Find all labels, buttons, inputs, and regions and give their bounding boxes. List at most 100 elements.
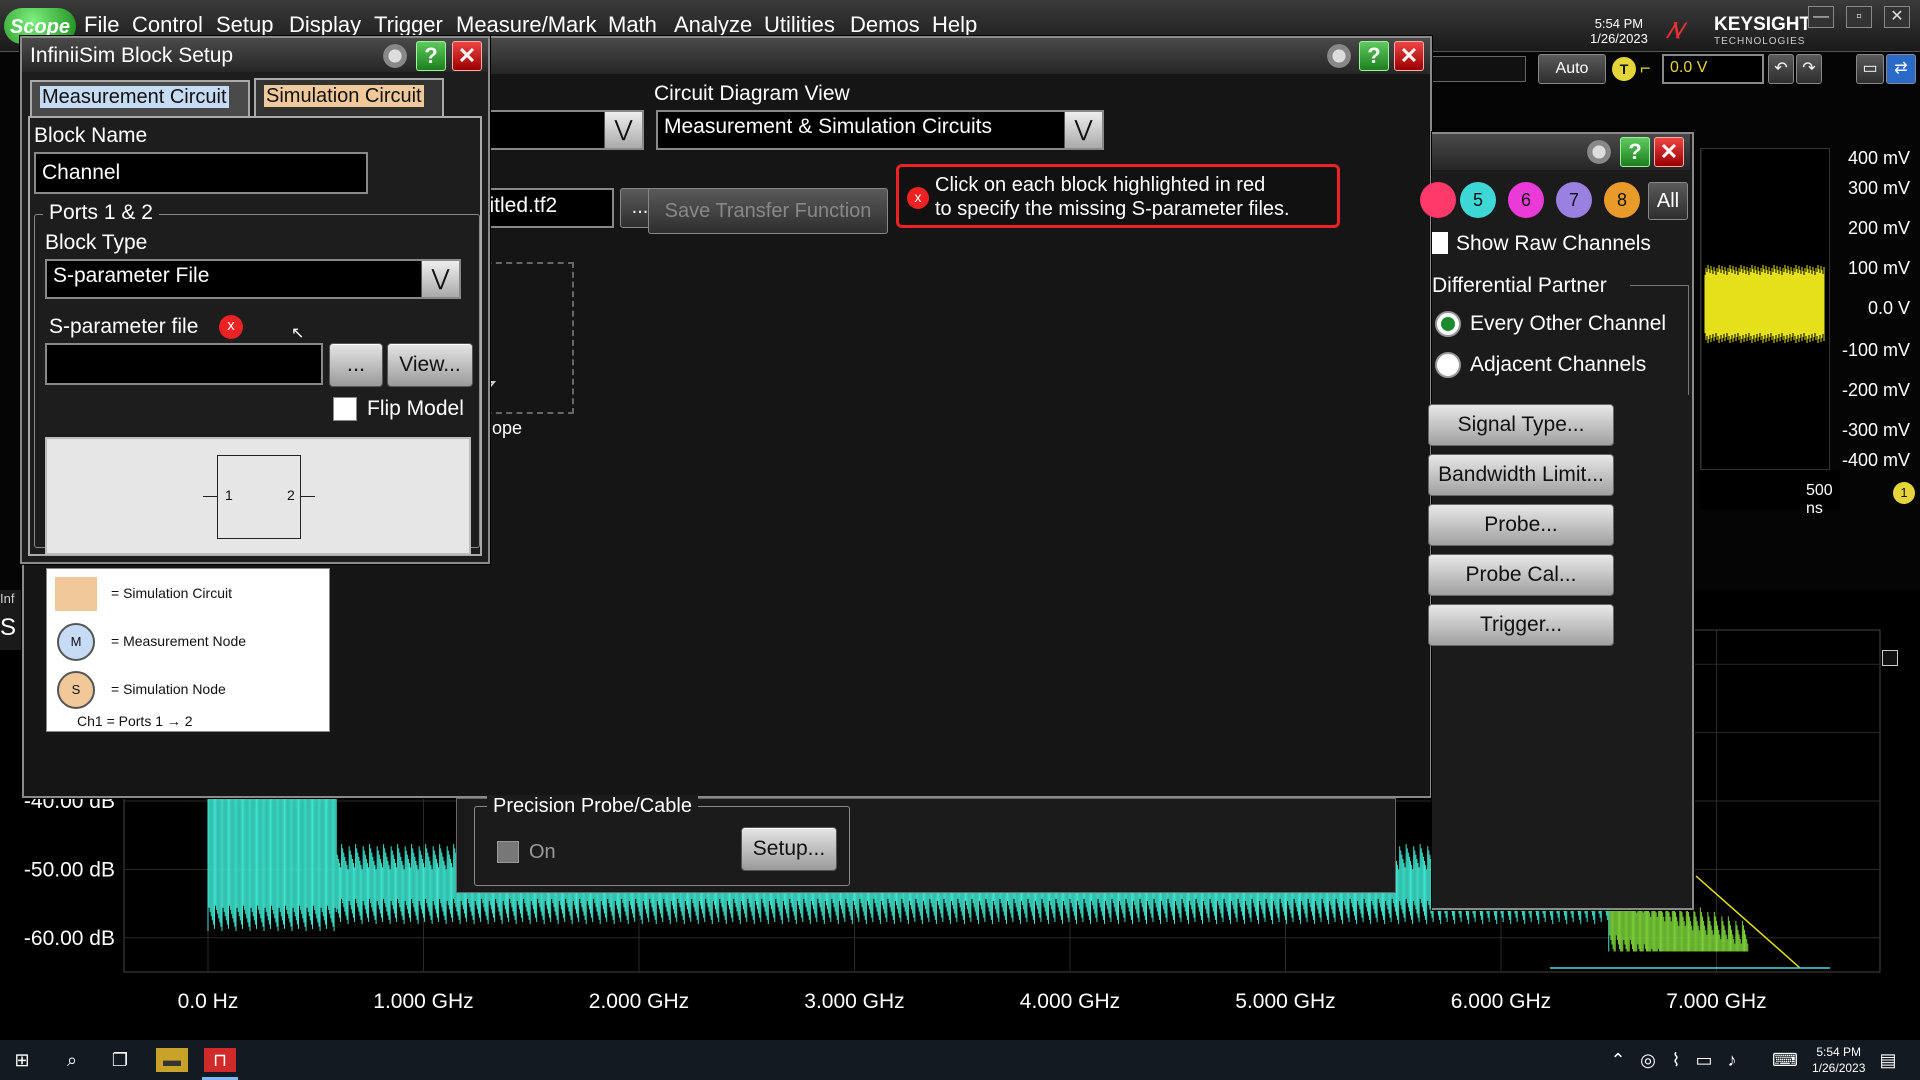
menu-measure-mark[interactable]: Measure/Mark (456, 12, 597, 38)
channel-1-badge[interactable]: 1 (1893, 482, 1915, 504)
minimize-icon[interactable]: — (1808, 6, 1834, 28)
all-channels-button[interactable]: All (1648, 182, 1688, 220)
block-type-select[interactable]: S-parameter File ⋁ (45, 259, 461, 299)
auto-button[interactable]: Auto (1538, 54, 1606, 84)
file-explorer-icon[interactable]: ▬ (156, 1048, 188, 1072)
channel-8-button[interactable]: 8 (1604, 182, 1640, 218)
menu-control[interactable]: Control (132, 12, 203, 38)
help-icon[interactable]: ? (1620, 137, 1650, 167)
waveform-display (1700, 148, 1830, 471)
close-icon[interactable]: ✕ (1654, 137, 1684, 167)
block-preview: 1 2 (45, 437, 471, 555)
show-raw-label: Show Raw Channels (1456, 232, 1651, 255)
task-view-icon[interactable]: ❐ (108, 1048, 132, 1072)
chevron-down-icon: ⋁ (1064, 112, 1102, 148)
close-icon[interactable]: ✕ (1394, 41, 1424, 71)
menu-demos[interactable]: Demos (850, 12, 920, 38)
sparam-browse-button[interactable]: ... (329, 343, 383, 387)
channel-7-button[interactable]: 7 (1556, 182, 1592, 218)
close-icon[interactable]: ✕ (1884, 6, 1910, 28)
menu-math[interactable]: Math (608, 12, 657, 38)
taskbar-clock[interactable]: 5:54 PM 1/26/2023 (1812, 1044, 1865, 1076)
gear-icon[interactable] (380, 41, 410, 71)
help-icon[interactable]: ? (416, 41, 446, 71)
legend-item: = Simulation Node (111, 681, 226, 697)
menu-analyze[interactable]: Analyze (674, 12, 752, 38)
y-tick: -300 mV (1841, 420, 1910, 440)
gear-icon[interactable] (1584, 137, 1614, 167)
help-icon[interactable]: ? (1359, 41, 1389, 71)
gear-icon[interactable] (1324, 41, 1354, 71)
volume-icon[interactable]: ♪ (1720, 1048, 1744, 1072)
layout-icon[interactable]: ▭ (1856, 54, 1884, 84)
block-setup-dialog: InfiniiSim Block Setup ? ✕ Measurement C… (20, 36, 490, 564)
y-tick: 100 mV (1847, 258, 1910, 278)
probe-cal-button[interactable]: Probe Cal... (1428, 554, 1614, 596)
block-name-label: Block Name (34, 124, 148, 147)
maximize-pane-icon[interactable] (1882, 650, 1898, 666)
block-name-input[interactable]: Channel (34, 152, 368, 194)
scope-app-icon[interactable]: ⊓ (204, 1048, 236, 1072)
menu-help[interactable]: Help (932, 12, 977, 38)
sparam-file-input[interactable] (45, 343, 323, 385)
trigger-button[interactable]: Trigger... (1428, 604, 1614, 646)
notification-icon[interactable]: ▤ (1876, 1048, 1900, 1072)
channel-5-button[interactable]: 5 (1460, 182, 1496, 218)
chevron-up-icon[interactable]: ⌃ (1606, 1048, 1630, 1072)
channel-6-button[interactable]: 6 (1508, 182, 1544, 218)
y-tick: -100 mV (1841, 340, 1910, 360)
bandwidth-limit-button[interactable]: Bandwidth Limit... (1428, 454, 1614, 496)
block-type-label: Block Type (45, 231, 148, 254)
diagram-label: ope (492, 418, 523, 438)
legend-item: = Simulation Circuit (111, 585, 232, 601)
waveform-selector[interactable] (1430, 56, 1526, 82)
signal-type-button[interactable]: Signal Type... (1428, 404, 1614, 446)
precision-setup-button[interactable]: Setup... (741, 827, 837, 871)
menu-trigger[interactable]: Trigger (374, 12, 443, 38)
legend-ports: Ch1 = Ports 1 → 2 (77, 713, 193, 729)
y-tick: 200 mV (1847, 218, 1910, 238)
adjacent-label: Adjacent Channels (1470, 353, 1647, 376)
legend-panel: = Simulation Circuit M = Measurement Nod… (46, 568, 330, 732)
circuit-view-select[interactable]: Measurement & Simulation Circuits ⋁ (656, 110, 1104, 150)
waveform-trace (1700, 149, 1825, 471)
trigger-level-field[interactable]: 0.0 V (1662, 54, 1764, 84)
circuit-select[interactable]: ⋁ (464, 110, 644, 150)
save-transfer-function-button[interactable]: Save Transfer Function (648, 188, 888, 234)
trigger-edge-icon: ⌐ (1640, 58, 1651, 78)
tab-measurement-circuit[interactable]: Measurement Circuit (30, 80, 250, 116)
keysight-tray-icon[interactable]: ⌇ (1664, 1048, 1688, 1072)
redo-icon[interactable]: ↷ (1796, 54, 1822, 84)
sparam-view-button[interactable]: View... (387, 343, 473, 387)
every-other-radio[interactable] (1435, 311, 1461, 337)
show-raw-checkbox[interactable] (1432, 232, 1448, 254)
close-icon[interactable]: ✕ (452, 41, 482, 71)
windows-start-icon[interactable]: ⊞ (10, 1048, 34, 1072)
precision-group: Precision Probe/Cable On Setup... (474, 795, 850, 886)
channel-4-button[interactable] (1420, 182, 1456, 218)
touch-icon[interactable]: ⇄ (1886, 54, 1916, 84)
menu-file[interactable]: File (84, 12, 119, 38)
network-icon[interactable]: ◎ (1636, 1048, 1660, 1072)
display-icon[interactable]: ▭ (1692, 1048, 1716, 1072)
precision-on-checkbox[interactable] (497, 841, 519, 863)
probe-button[interactable]: Probe... (1428, 504, 1614, 546)
menu-display[interactable]: Display (289, 12, 361, 38)
chevron-down-icon: ⋁ (421, 261, 459, 297)
keyboard-icon[interactable]: ⌨ (1772, 1048, 1798, 1072)
x-tick-label: 5.000 GHz (1235, 990, 1335, 1013)
menu-utilities[interactable]: Utilities (764, 12, 835, 38)
circuit-view-value: Measurement & Simulation Circuits (664, 115, 992, 138)
y-tick: -200 mV (1841, 380, 1910, 400)
tab-simulation-circuit[interactable]: Simulation Circuit (254, 78, 444, 116)
menu-setup[interactable]: Setup (216, 12, 274, 38)
precision-group-label: Precision Probe/Cable (487, 795, 698, 818)
adjacent-radio[interactable] (1435, 352, 1461, 378)
flip-model-checkbox[interactable] (333, 397, 357, 421)
every-other-label: Every Other Channel (1470, 312, 1667, 335)
ports-group-label: Ports 1 & 2 (43, 201, 159, 225)
search-icon[interactable]: ⌕ (60, 1048, 84, 1072)
legend-swatch (55, 577, 97, 611)
maximize-icon[interactable]: ▫ (1846, 6, 1872, 28)
undo-icon[interactable]: ↶ (1768, 54, 1794, 84)
